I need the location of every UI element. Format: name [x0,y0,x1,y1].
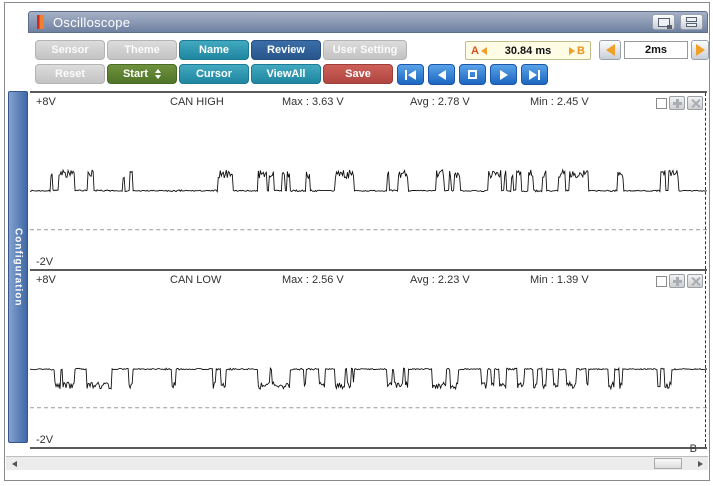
sensor-button[interactable]: Sensor [35,40,105,60]
name-button[interactable]: Name [179,40,249,60]
cascade-window-button[interactable] [652,14,675,30]
channel-add-button[interactable] [669,274,685,288]
scrollbar-thumb[interactable] [654,458,682,469]
review-button-label: Review [267,44,305,56]
channel-close-button[interactable] [687,96,703,110]
horizontal-scrollbar[interactable] [6,456,708,470]
channel-bottom-scale: -2V [36,256,54,268]
channel-max-value: Max : 2.56 V [282,274,344,286]
review-button[interactable]: Review [251,40,321,60]
channel-min-value: Min : 1.39 V [530,274,589,286]
theme-button-label: Theme [124,44,160,56]
close-icon [691,99,700,108]
channel-can-low: +8V CAN LOW Max : 2.56 V Avg : 2.23 V Mi… [30,271,707,449]
start-button[interactable]: Start [107,64,177,84]
user-setting-button[interactable]: User Setting [323,40,407,60]
start-spinner-icon [155,69,162,79]
user-setting-button-label: User Setting [332,44,398,56]
channel-add-button[interactable] [669,96,685,110]
start-button-label: Start [122,68,149,80]
cursor-button-label: Cursor [195,68,233,80]
cursor-b-arrow-icon [569,46,576,55]
timebase-left-arrow-icon [605,44,615,56]
channel-stack: +8V CAN HIGH Max : 3.63 V Avg : 2.78 V M… [30,91,707,449]
save-button[interactable]: Save [323,64,393,84]
plus-icon [672,98,682,108]
stop-button[interactable] [459,64,486,85]
configuration-panel-label: Configuration [12,227,24,307]
cascade-window-icon [657,17,672,29]
scope-probe-icon [37,15,44,29]
step-back-button[interactable] [428,64,455,85]
channel-select-checkbox[interactable] [656,97,667,109]
can-high-waveform [30,168,707,231]
skip-start-button[interactable] [397,64,424,85]
channel-name: CAN LOW [170,274,222,286]
skip-start-icon [405,69,407,80]
cursor-b-line[interactable] [705,93,706,269]
viewall-button[interactable]: ViewAll [251,64,321,84]
channel-can-high: +8V CAN HIGH Max : 3.63 V Avg : 2.78 V M… [30,93,707,271]
channel-name: CAN HIGH [170,96,224,108]
cursor-b-line[interactable] [705,271,706,447]
step-back-icon [437,69,446,80]
stop-icon [468,70,477,79]
channel-select-checkbox[interactable] [656,275,667,287]
configuration-panel-tab[interactable]: Configuration [8,91,28,443]
timebase-right-arrow-icon [695,44,705,56]
scroll-right-button[interactable] [694,458,706,469]
reset-button-label: Reset [55,68,85,80]
can-low-waveform [30,366,707,409]
ab-measure-value: 30.84 ms [504,44,552,57]
scroll-left-button[interactable] [8,458,20,469]
name-button-label: Name [199,44,229,56]
cursor-b-tag: B [689,443,697,455]
stack-window-button[interactable] [680,14,703,30]
plus-icon [672,276,682,286]
timebase-decrease-button[interactable] [599,40,621,60]
cursor-a-label: A [471,44,479,57]
reset-button[interactable]: Reset [35,64,105,84]
play-button[interactable] [490,64,517,85]
title-bar: Oscilloscope [28,11,708,33]
ab-measure-box: A 30.84 ms B [465,41,591,60]
sensor-button-label: Sensor [51,44,89,56]
cursor-button[interactable]: Cursor [179,64,249,84]
stack-window-icon [686,17,697,27]
channel-max-value: Max : 3.63 V [282,96,344,108]
close-icon [691,277,700,286]
channel-avg-value: Avg : 2.78 V [410,96,470,108]
channel-controls [656,96,703,110]
channel-min-value: Min : 2.45 V [530,96,589,108]
timebase-increase-button[interactable] [691,40,709,60]
timebase-value-field[interactable]: 2ms [624,41,688,59]
playback-controls [397,64,548,85]
channel-bottom-scale: -2V [36,434,54,446]
play-icon [499,69,508,80]
channel-top-scale: +8V [36,96,56,108]
channel-top-scale: +8V [36,274,56,286]
channel-avg-value: Avg : 2.23 V [410,274,470,286]
scroll-left-icon [11,460,17,467]
channel-controls [656,274,703,288]
window-title: Oscilloscope [53,14,131,30]
skip-end-icon [529,69,537,80]
scroll-right-icon [697,460,703,467]
window-controls [652,14,703,30]
viewall-button-label: ViewAll [266,68,306,80]
channel-close-button[interactable] [687,274,703,288]
skip-end-button[interactable] [521,64,548,85]
save-button-label: Save [345,68,371,80]
theme-button[interactable]: Theme [107,40,177,60]
oscilloscope-window: Oscilloscope Sensor Theme Name Review Us… [4,2,710,481]
cursor-b-label: B [577,44,585,57]
